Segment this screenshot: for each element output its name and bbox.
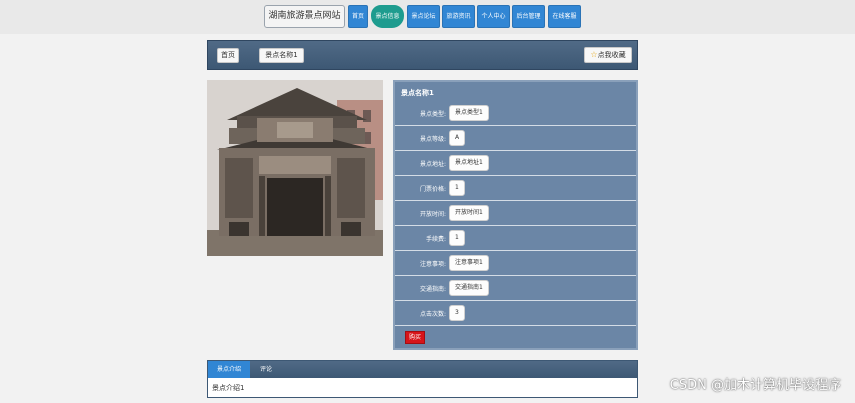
tab-introduction[interactable]: 景点介绍 (208, 361, 250, 378)
detail-row-notes: 注意事项: 注意事项1 (395, 251, 636, 276)
favorite-label: 点我收藏 (597, 51, 626, 59)
detail-value: 景点地址1 (449, 155, 489, 171)
detail-value: 1 (449, 230, 465, 246)
nav-user-center[interactable]: 个人中心 (477, 5, 510, 28)
detail-label: 景点等级: (419, 136, 446, 143)
nav-admin[interactable]: 后台管理 (512, 5, 545, 28)
watermark: CSDN @加木计算机毕设程序 (669, 378, 841, 393)
detail-value: 3 (449, 305, 465, 321)
detail-value: A (449, 130, 466, 146)
detail-label: 门票价格: (419, 186, 446, 193)
favorite-button[interactable]: ☆点我收藏 (584, 47, 632, 63)
star-icon: ☆ (590, 50, 598, 59)
detail-label: 注意事项: (419, 261, 446, 268)
top-header: 湖南旅游景点网站 首页 景点信息 景点论坛 旅游资讯 个人中心 后台管理 在线客… (0, 0, 855, 34)
archway-illustration (207, 80, 383, 256)
detail-label: 景点地址: (419, 161, 446, 168)
page: 湖南旅游景点网站 首页 景点信息 景点论坛 旅游资讯 个人中心 后台管理 在线客… (0, 0, 855, 403)
detail-label: 点击次数: (419, 311, 446, 318)
detail-row-address: 景点地址: 景点地址1 (395, 151, 636, 176)
detail-row-traffic: 交通指南: 交通指南1 (395, 276, 636, 301)
scenic-detail-panel: 景点名称1 景点类型: 景点类型1 景点等级: A 景点地址: 景点地址1 门票… (393, 80, 638, 350)
detail-row-type: 景点类型: 景点类型1 (395, 101, 636, 126)
detail-row-clicks: 点击次数: 3 (395, 301, 636, 326)
nav-customer-service[interactable]: 在线客服 (548, 5, 581, 28)
nav-scenic-info[interactable]: 景点信息 (371, 5, 404, 28)
detail-value: 开放时间1 (449, 205, 489, 221)
nav-scenic-forum[interactable]: 景点论坛 (407, 5, 440, 28)
breadcrumb: 首页 景点名称1 ☆点我收藏 (207, 40, 638, 70)
buy-button[interactable]: 购买 (405, 331, 425, 344)
detail-value: 1 (449, 180, 465, 196)
nav-home[interactable]: 首页 (348, 5, 368, 28)
detail-title: 景点名称1 (401, 89, 434, 97)
site-title[interactable]: 湖南旅游景点网站 (264, 5, 345, 28)
scenic-photo (207, 80, 383, 256)
tabs-header: 景点介绍 评论 (208, 361, 637, 378)
detail-value: 交通指南1 (449, 280, 489, 296)
detail-label: 手续费: (425, 236, 446, 243)
detail-label: 交通指南: (419, 286, 446, 293)
tab-content: 景点介绍1 (212, 384, 245, 392)
detail-row-fee: 手续费: 1 (395, 226, 636, 251)
detail-value: 景点类型1 (449, 105, 489, 121)
breadcrumb-home[interactable]: 首页 (217, 48, 239, 63)
detail-row-price: 门票价格: 1 (395, 176, 636, 201)
detail-value: 注意事项1 (449, 255, 489, 271)
breadcrumb-current[interactable]: 景点名称1 (259, 48, 304, 63)
detail-row-level: 景点等级: A (395, 126, 636, 151)
tab-comments[interactable]: 评论 (252, 361, 280, 378)
detail-row-hours: 开放时间: 开放时间1 (395, 201, 636, 226)
detail-label: 开放时间: (419, 211, 446, 218)
nav-travel-news[interactable]: 旅游资讯 (442, 5, 475, 28)
detail-label: 景点类型: (419, 111, 446, 118)
info-tabs: 景点介绍 评论 景点介绍1 (207, 360, 638, 398)
